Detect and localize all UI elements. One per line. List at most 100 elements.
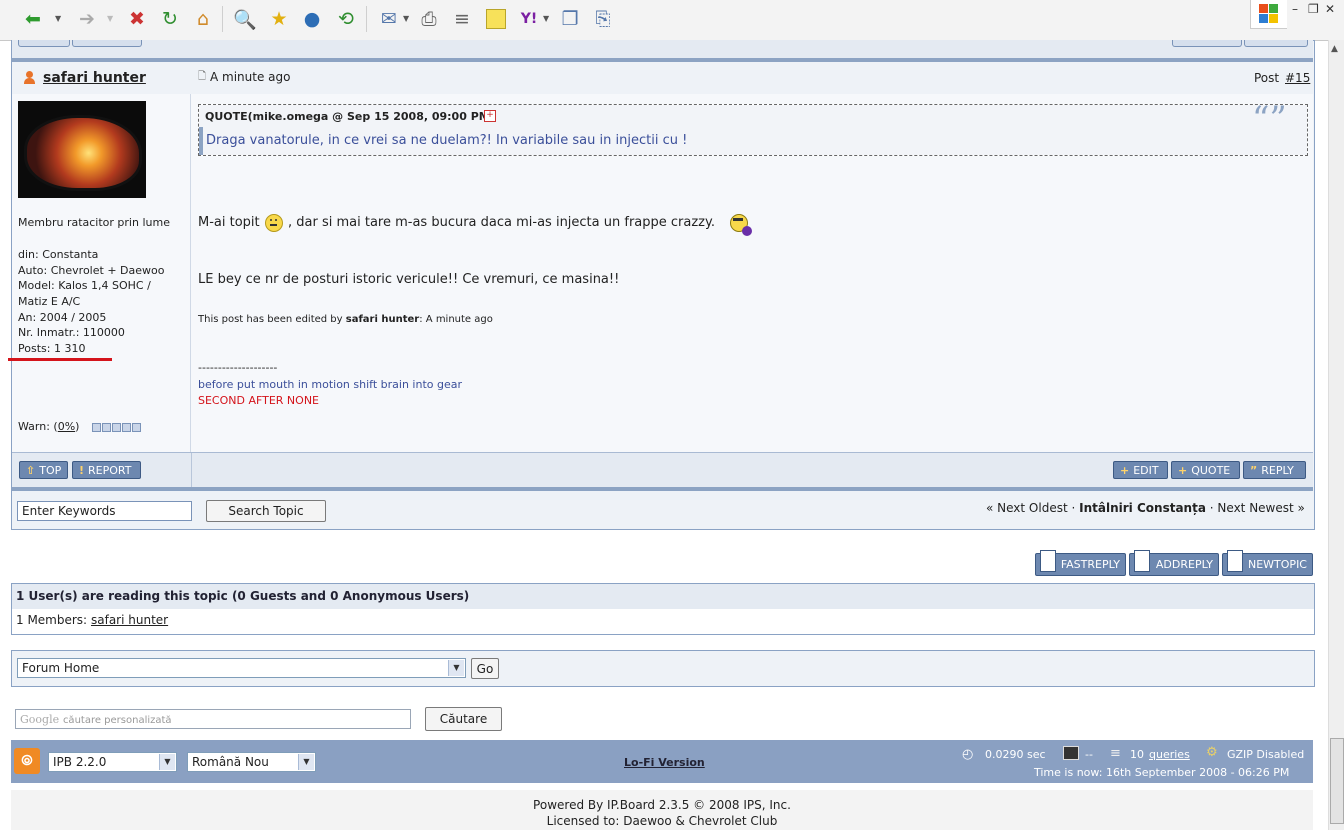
scrollbar-thumb[interactable] [1330, 738, 1344, 824]
post-timestamp: A minute ago [210, 70, 291, 84]
post-label: Post [1254, 71, 1280, 85]
forum-jump-select[interactable]: Forum Home ▼ [17, 658, 466, 678]
arrow-up-icon: ⇧ [26, 463, 36, 477]
mail-icon[interactable]: ✉ [376, 6, 402, 32]
keywords-input[interactable]: Enter Keywords [17, 501, 192, 521]
previous-post-button[interactable] [1244, 40, 1308, 47]
toolbar-separator [366, 6, 367, 32]
edited-note: This post has been edited by safari hunt… [198, 314, 493, 325]
quote-button[interactable]: + QUOTE [1171, 461, 1240, 479]
gzip-icon: ⚙ [1206, 745, 1218, 760]
search-icon[interactable]: 🔍 [232, 6, 258, 32]
yahoo-icon[interactable]: Y! [516, 6, 542, 32]
plus-icon: + [1120, 463, 1130, 477]
signature-divider: -------------------- [198, 361, 278, 374]
forward-dropdown-icon[interactable]: ▼ [107, 14, 113, 23]
refresh-icon[interactable]: ↻ [157, 6, 183, 32]
addreply-button[interactable]: ADDREPLY [1129, 550, 1219, 576]
active-users-title: 1 User(s) are reading this topic (0 Gues… [16, 589, 470, 603]
warn-label: Warn: (0%) [18, 420, 80, 433]
exclamation-icon: ! [79, 463, 85, 477]
print-icon[interactable]: ⎙ [416, 6, 442, 32]
lofi-version-link[interactable]: Lo-Fi Version [624, 756, 705, 769]
signature-line-red: SECOND AFTER NONE [198, 394, 319, 407]
previous-post-button[interactable] [1172, 40, 1242, 47]
minimize-icon[interactable]: – [1292, 2, 1298, 16]
column-divider [191, 453, 192, 487]
newtopic-button[interactable]: NEWTOPIC [1222, 550, 1313, 576]
chevron-down-icon: ▼ [298, 754, 314, 770]
gzip-status: GZIP Disabled [1227, 748, 1305, 761]
avatar [18, 101, 146, 198]
next-oldest-link[interactable]: « Next Oldest [986, 501, 1068, 515]
post-text-line: , dar si mai tare m-as bucura daca mi-as… [288, 215, 715, 230]
scroll-up-icon[interactable]: ▲ [1331, 44, 1338, 54]
document-icon [1040, 550, 1056, 572]
reply-button[interactable]: ” REPLY [1243, 461, 1306, 479]
paste-icon[interactable]: ⎘ [590, 6, 616, 32]
post-text-line: M-ai topit [198, 215, 260, 230]
stop-icon[interactable]: ✖ [124, 6, 150, 32]
close-icon[interactable]: ✕ [1325, 2, 1335, 16]
active-member-link[interactable]: safari hunter [91, 613, 168, 627]
red-underline-annotation [8, 358, 112, 361]
favorites-icon[interactable]: ★ [266, 6, 292, 32]
skin-select[interactable]: IPB 2.2.0 ▼ [48, 752, 177, 772]
copy-icon[interactable]: ❐ [557, 6, 583, 32]
edit-button[interactable]: + EDIT [1113, 461, 1168, 479]
yahoo-dropdown-icon[interactable]: ▼ [543, 14, 549, 23]
post-author-name[interactable]: safari hunter [43, 70, 146, 86]
next-newest-link[interactable]: Next Newest » [1217, 501, 1304, 515]
edit-icon[interactable]: ≡ [449, 6, 475, 32]
search-topic-button[interactable]: Search Topic [206, 500, 326, 522]
previous-post-button[interactable] [18, 40, 70, 47]
top-button[interactable]: ⇧ TOP [19, 461, 68, 479]
quote-text: Draga vanatorule, in ce vrei sa ne duela… [206, 133, 688, 148]
report-button[interactable]: ! REPORT [72, 461, 141, 479]
mail-dropdown-icon[interactable]: ▼ [403, 14, 409, 23]
chevron-down-icon: ▼ [159, 754, 175, 770]
restore-icon[interactable]: ❐ [1308, 2, 1319, 16]
post-header [192, 62, 1313, 94]
go-button[interactable]: Go [471, 658, 499, 679]
query-count: 10 [1130, 748, 1144, 761]
globe-icon[interactable]: ● [299, 6, 325, 32]
database-icon: ≡ [1110, 746, 1121, 761]
rss-icon[interactable]: ⦾ [14, 748, 40, 774]
toolbar-separator [222, 6, 223, 32]
warn-value-link[interactable]: 0% [58, 420, 75, 433]
google-search-input[interactable]: Google căutare personalizată [15, 709, 411, 729]
author-info-line: Matiz E A/C [18, 295, 81, 308]
post-number-link[interactable]: #15 [1285, 71, 1310, 85]
author-info-line: din: Constanta [18, 248, 99, 261]
browser-toolbar: ⬅ ▼ ➔ ▼ ✖ ↻ ⌂ 🔍 ★ ● ⟲ ✉ ▼ ⎙ ≡ Y! ▼ ❐ ⎘ –… [0, 0, 1344, 41]
author-info-line: Nr. Inmatr.: 110000 [18, 326, 125, 339]
powered-by: Powered By IP.Board 2.3.5 © 2008 IPS, In… [533, 798, 791, 812]
smiley-icon [265, 214, 283, 232]
server-load: -- [1085, 748, 1093, 761]
author-info-line: An: 2004 / 2005 [18, 311, 107, 324]
note-icon[interactable] [483, 6, 509, 32]
active-members-label: 1 Members: [16, 613, 88, 627]
current-forum-link[interactable]: Intâlniri Constanța [1079, 501, 1206, 515]
forward-icon[interactable]: ➔ [74, 6, 100, 32]
quote-marks-icon: “” [1252, 99, 1287, 139]
back-dropdown-icon[interactable]: ▼ [55, 14, 61, 23]
previous-post-button[interactable] [72, 40, 142, 47]
history-icon[interactable]: ⟲ [333, 6, 359, 32]
previous-post-button-strip [12, 40, 1313, 62]
warn-level-boxes [92, 421, 141, 435]
quote-link-icon[interactable]: + [484, 110, 496, 122]
fastreply-button[interactable]: FASTREPLY [1035, 550, 1126, 576]
language-select[interactable]: Română Nou ▼ [187, 752, 316, 772]
back-icon[interactable]: ⬅ [20, 6, 46, 32]
scrollbar[interactable] [1328, 40, 1344, 830]
google-logo: Google [20, 713, 60, 726]
google-search-button[interactable]: Căutare [425, 707, 502, 731]
current-time: Time is now: 16th September 2008 - 06:26… [1034, 766, 1290, 779]
member-title: Membru ratacitor prin lume [18, 216, 170, 229]
plus-icon: + [1178, 463, 1188, 477]
home-icon[interactable]: ⌂ [190, 6, 216, 32]
queries-link[interactable]: queries [1149, 748, 1190, 761]
document-icon [1227, 550, 1243, 572]
